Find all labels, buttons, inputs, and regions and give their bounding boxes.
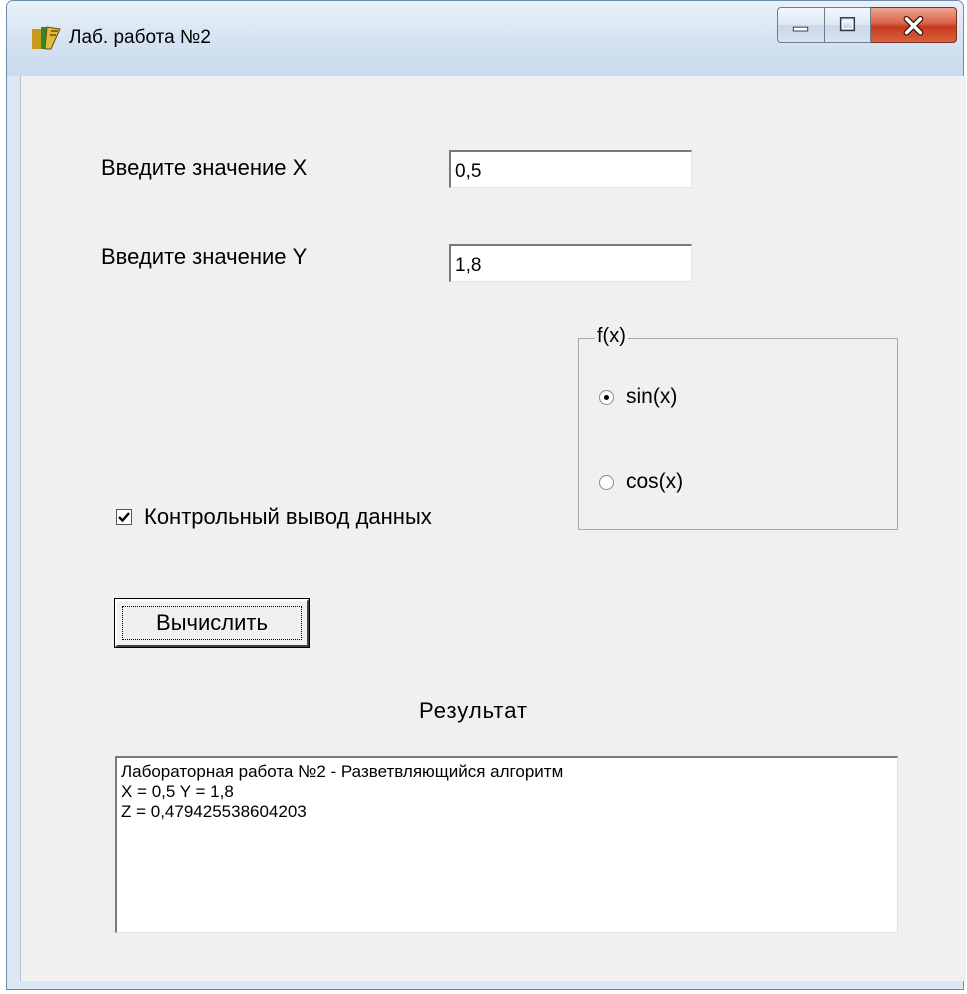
close-icon — [903, 15, 924, 36]
radio-button-checked[interactable] — [599, 389, 614, 405]
input-x[interactable] — [449, 150, 692, 188]
radio-sin[interactable]: sin(x) — [599, 385, 677, 409]
radio-cos[interactable]: cos(x) — [599, 470, 683, 494]
label-x: Введите значение X — [101, 155, 308, 180]
title-bar[interactable]: Лаб. работа №2 — [7, 1, 963, 76]
form-client-area: Введите значение X Введите значение Y f(… — [20, 76, 966, 981]
label-y: Введите значение Y — [101, 244, 308, 269]
window-title: Лаб. работа №2 — [69, 27, 211, 48]
result-title: Результат — [419, 698, 529, 723]
compute-button[interactable]: Вычислить — [115, 599, 309, 647]
radio-button-unchecked[interactable] — [599, 474, 614, 490]
app-icon — [32, 26, 61, 50]
checkmark-icon — [118, 512, 130, 523]
input-y[interactable] — [449, 244, 692, 282]
groupbox-caption: f(x) — [595, 325, 628, 348]
debug-output-checkbox[interactable]: Контрольный вывод данных — [116, 504, 432, 530]
app-window: Лаб. работа №2 Введите значение X Введит… — [6, 0, 966, 990]
result-line: Лабораторная работа №2 - Разветвляющийся… — [121, 762, 564, 781]
close-button[interactable] — [871, 7, 957, 43]
result-line: Z = 0,479425538604203 — [121, 802, 307, 821]
checkbox-label: Контрольный вывод данных — [144, 504, 432, 529]
result-line: X = 0,5 Y = 1,8 — [121, 782, 234, 801]
radio-cos-label: cos(x) — [626, 470, 684, 493]
maximize-icon — [839, 17, 856, 32]
function-groupbox: f(x) sin(x) cos(x) — [578, 325, 898, 530]
minimize-button[interactable] — [777, 7, 825, 43]
checkbox-box[interactable] — [116, 509, 132, 525]
result-memo[interactable]: Лабораторная работа №2 - Разветвляющийся… — [115, 756, 898, 933]
compute-button-label: Вычислить — [122, 606, 302, 640]
maximize-button[interactable] — [825, 7, 871, 43]
radio-sin-label: sin(x) — [626, 385, 678, 408]
minimize-icon — [792, 26, 809, 32]
